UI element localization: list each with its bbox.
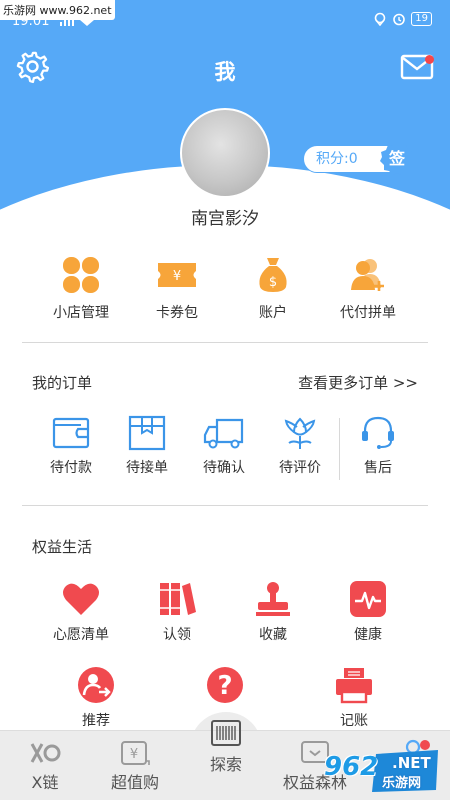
tab-label: X链 bbox=[31, 773, 59, 792]
benefit-label: 记账 bbox=[340, 713, 368, 729]
benefit-claim[interactable]: 认领 bbox=[127, 580, 227, 644]
benefits-title: 权益生活 bbox=[32, 538, 93, 556]
vertical-divider bbox=[339, 418, 340, 480]
heart-icon bbox=[63, 583, 99, 615]
quick-actions: 小店管理 ¥ 卡券包 $ 账户 代付拼单 bbox=[0, 255, 450, 325]
quick-item-label: 账户 bbox=[259, 305, 287, 321]
headset-icon bbox=[362, 416, 394, 449]
quick-item-proxy-pay[interactable]: 代付拼单 bbox=[318, 255, 418, 322]
svg-text:¥: ¥ bbox=[173, 269, 181, 284]
yen-tag-icon: ¥ bbox=[121, 741, 150, 765]
status-icons: 19 bbox=[373, 12, 432, 26]
tab-label: 超值购 bbox=[110, 773, 159, 792]
status-bar: 乐游网 www.962.net 19:01 19 bbox=[0, 0, 450, 29]
order-item-label: 待接单 bbox=[126, 460, 168, 476]
order-pending-review[interactable]: 待评价 bbox=[262, 415, 338, 477]
printer-icon bbox=[336, 668, 372, 704]
order-item-label: 待确认 bbox=[203, 460, 245, 476]
books-icon bbox=[160, 583, 196, 615]
status-time: 19:01 bbox=[12, 14, 50, 29]
tab-value-buy[interactable]: ¥ 超值购 bbox=[90, 739, 180, 793]
pulse-icon bbox=[350, 581, 386, 617]
benefit-label: 推荐 bbox=[82, 713, 110, 729]
quick-item-label: 小店管理 bbox=[53, 305, 109, 321]
top-bar: 我 bbox=[0, 48, 450, 88]
page-title: 我 bbox=[214, 60, 236, 84]
order-pending-payment[interactable]: 待付款 bbox=[33, 415, 109, 477]
users-add-icon bbox=[351, 259, 384, 291]
quick-item-label: 卡券包 bbox=[156, 305, 198, 321]
orders-title: 我的订单 bbox=[32, 374, 93, 392]
divider bbox=[22, 505, 428, 506]
alarm-icon bbox=[393, 13, 406, 26]
logo-cn: 乐游网 bbox=[382, 776, 422, 791]
quick-item-account[interactable]: $ 账户 bbox=[223, 255, 323, 322]
username: 南宫影汐 bbox=[191, 209, 259, 229]
quick-item-shop-manage[interactable]: 小店管理 bbox=[31, 255, 131, 322]
logo-number: 962 bbox=[324, 752, 379, 782]
tab-explore[interactable]: 探索 bbox=[181, 717, 271, 775]
money-bag-icon: $ bbox=[259, 258, 287, 292]
points-sign-in[interactable]: 积分:0 签 bbox=[303, 142, 415, 176]
wallet-icon bbox=[52, 417, 90, 449]
order-pending-confirm[interactable]: 待确认 bbox=[186, 415, 262, 477]
flower-icon bbox=[284, 417, 316, 449]
logo-net: .NET bbox=[392, 754, 431, 772]
svg-text:$: $ bbox=[269, 275, 277, 290]
benefit-health[interactable]: 健康 bbox=[318, 580, 418, 644]
order-item-label: 待付款 bbox=[50, 460, 92, 476]
clover-icon bbox=[63, 257, 99, 293]
box-icon bbox=[128, 415, 166, 451]
quick-item-label: 代付拼单 bbox=[340, 305, 396, 321]
battery-indicator: 19 bbox=[411, 12, 432, 26]
svg-text:¥: ¥ bbox=[130, 747, 138, 762]
benefit-label: 收藏 bbox=[259, 627, 287, 643]
sign-in-button[interactable]: 签 bbox=[379, 142, 415, 176]
site-logo-watermark: 962 .NET 乐游网 bbox=[306, 748, 442, 794]
benefit-label: 心愿清单 bbox=[53, 627, 109, 643]
recommend-icon bbox=[78, 667, 114, 703]
x-chain-icon bbox=[30, 743, 61, 763]
quick-item-coupons[interactable]: ¥ 卡券包 bbox=[127, 255, 227, 322]
location-icon bbox=[374, 12, 386, 26]
tab-label: 探索 bbox=[209, 755, 242, 774]
unread-dot bbox=[425, 55, 434, 64]
stamp-icon bbox=[256, 582, 290, 616]
sign-label: 签 bbox=[388, 149, 405, 168]
benefit-favorites[interactable]: 收藏 bbox=[223, 580, 323, 644]
benefit-help[interactable]: ? bbox=[175, 666, 275, 710]
order-item-label: 售后 bbox=[364, 460, 392, 476]
avatar[interactable] bbox=[180, 108, 270, 198]
svg-text:?: ? bbox=[217, 671, 232, 701]
order-item-label: 待评价 bbox=[279, 460, 321, 476]
signal-icon bbox=[60, 16, 94, 26]
benefit-wishlist[interactable]: 心愿清单 bbox=[31, 580, 131, 644]
question-icon: ? bbox=[207, 667, 243, 703]
order-pending-accept[interactable]: 待接单 bbox=[109, 415, 185, 477]
truck-icon bbox=[203, 418, 244, 449]
more-orders-link[interactable]: 查看更多订单 >> bbox=[298, 372, 418, 393]
ticket-icon: ¥ bbox=[158, 263, 196, 287]
order-after-sales[interactable]: 售后 bbox=[340, 415, 416, 477]
benefit-recommend[interactable]: 推荐 bbox=[46, 666, 146, 730]
tab-x-chain[interactable]: X链 bbox=[0, 739, 90, 793]
order-status-row: 待付款 待接单 待确认 待评价 售后 bbox=[0, 415, 450, 485]
benefit-bookkeeping[interactable]: 记账 bbox=[304, 666, 404, 730]
benefit-label: 认领 bbox=[163, 627, 191, 643]
benefit-label: 健康 bbox=[354, 627, 382, 643]
barcode-icon bbox=[211, 720, 241, 746]
divider bbox=[22, 342, 428, 343]
